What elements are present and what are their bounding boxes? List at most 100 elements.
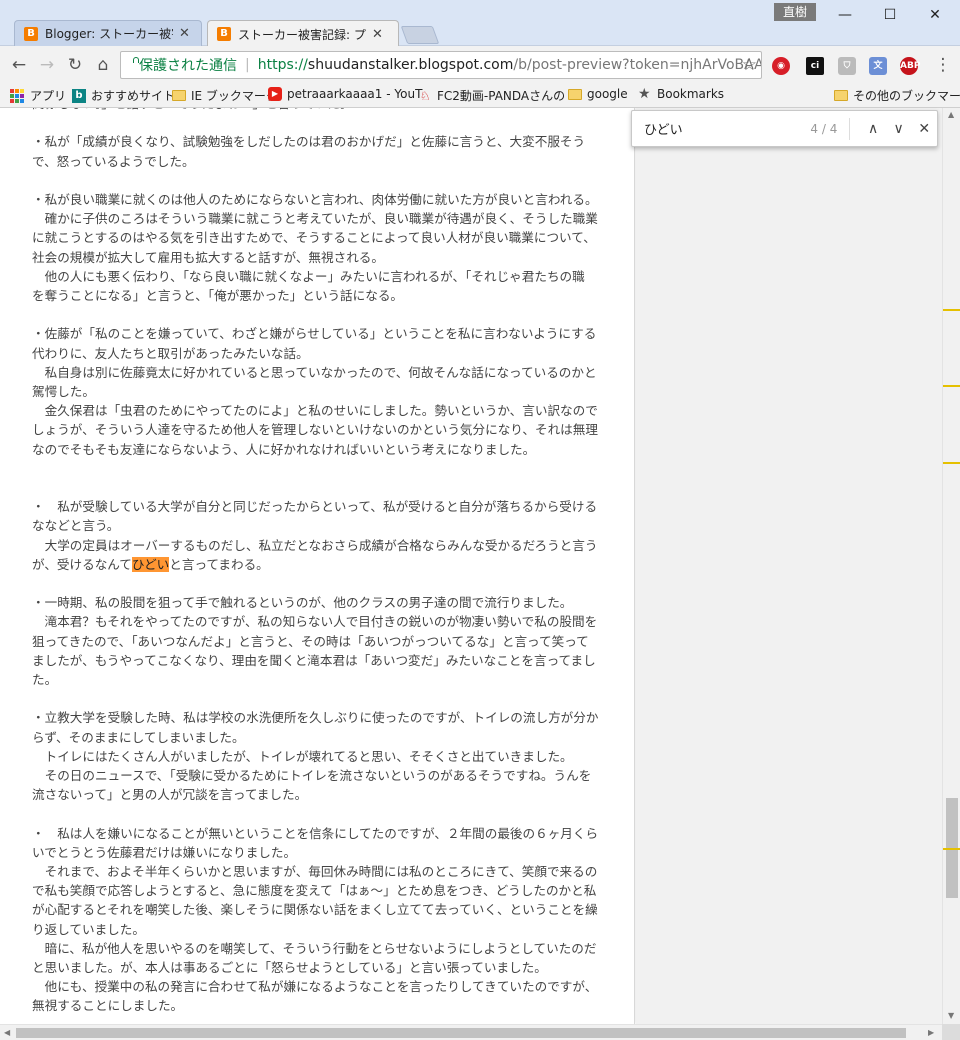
bookmark-bookmarks[interactable]: ★ Bookmarks [638,87,724,101]
bookmark-fc2[interactable]: ♘ FC2動画-PANDAさんの [418,87,566,104]
text-line: ・一時期、私の股間を狙って手で触れるというのが、他のクラスの男子達の間で流行りま… [32,595,573,611]
horizontal-scroll-thumb[interactable] [16,1028,906,1038]
find-divider [849,117,851,140]
preview-side-area [636,108,942,1024]
back-button[interactable]: ← [8,54,30,76]
text-line: で私も笑顔で応答しようとすると、急に態度を変えて「はぁ～」とため息をつき、どうし… [32,883,597,899]
text-line: 滝本君？もそれをやってたのですが、私の知らない人で目付きの鋭いのが物凄い勢いで私… [32,614,598,630]
folder-icon [172,90,186,101]
text-line: 代わりに、友人たちと取引があったみたいな話。 [32,345,309,361]
tab-blogger[interactable]: B Blogger: ストーカー被害記録 ✕ [14,20,202,46]
horizontal-scrollbar[interactable]: ◀ ▶ [0,1024,942,1040]
paragraph: ・佐藤が「私のことを嫌っていて、わざと嫌がらせしている」ということを私に言わない… [32,324,622,458]
translate-icon[interactable]: 文 [869,57,887,75]
menu-icon[interactable]: ⋮ [932,54,954,76]
find-match-highlight: ひどい [131,556,170,572]
bookmark-label: アプリ [30,89,67,103]
minimize-button[interactable]: — [822,2,868,28]
bookmark-label: Bookmarks [657,87,725,101]
tab-title: ストーカー被害記録: プレビュー [238,27,366,42]
bookmark-label: FC2動画-PANDAさんの [437,89,566,103]
address-bar[interactable]: 保護された通信 | https:// shuudanstalker.blogsp… [120,51,762,79]
text-line: 流さないって」と男の人が冗談を言ってました。 [32,787,308,803]
text-line: 駕愕した。 [32,384,95,399]
adblock-plus-icon[interactable]: ABP [900,57,920,75]
bookmark-youtube[interactable]: ▶ petraaarkaaaa1 - YouT [268,87,422,101]
paragraph: ・立教大学を受験した時、私は学校の水洗便所を久しぶりに使ったのですが、トイレの流… [32,708,622,804]
text-line: ・私が良い職業に就くのは他人のためにならないと言われ、肉体労働に就いた方が良いと… [32,191,598,207]
text-line: ・佐藤が「私のことを嫌っていて、わざと嫌がらせしている」ということを私に言わない… [32,326,597,342]
scroll-left-arrow-icon[interactable]: ◀ [4,1028,10,1037]
browser-toolbar: ← → ↻ ⌂ 保護された通信 | https:// shuudanstalke… [0,46,960,84]
text-line: 狙ってきたので、「あいつなんだよ」と言うと、その時は「あいつがっついてるな」と言… [32,633,589,649]
scroll-down-arrow-icon[interactable]: ▼ [948,1011,954,1020]
close-window-button[interactable]: ✕ [912,2,958,28]
find-result-marker [943,309,960,311]
bookmark-google-folder[interactable]: google [568,87,628,101]
text-line: が心配するとそれを嘲笑した後、楽しそうに関係ない話をまくし立てて去っていく、とい… [32,902,598,918]
find-previous-button[interactable]: ∧ [860,121,886,137]
bookmark-other-folder[interactable]: その他のブックマーク [834,87,960,104]
reload-button[interactable]: ↻ [64,54,86,76]
text-line: それまで、およそ半年くらいかと思いますが、毎回休み時間には私のところにきて、笑顔… [32,864,598,880]
text-segment: と言ってまわる。 [169,556,269,572]
text-line: なのでそもそも友達にならないよう、人に好かれなければいいという考えになりました。 [32,441,536,457]
find-in-page-bar: 4 / 4 ∧ ∨ ✕ [631,110,938,147]
text-line: 他の人にも悪く伝わり、「なら良い職に就くなよー」みたいに言われるが、「それじゃ君… [32,268,585,284]
apps-grid-icon [10,88,24,103]
fc2-icon: ♘ [419,88,431,103]
star-icon: ★ [638,86,651,102]
find-close-button[interactable]: ✕ [911,121,937,137]
bookmark-label: IE ブックマーク [191,89,278,103]
tab-close-icon[interactable]: ✕ [372,27,383,42]
text-line: 金久保君は「虫君のためにやってたのによ」と私のせいにしました。勢いというか、言い… [32,403,598,419]
scroll-right-arrow-icon[interactable]: ▶ [928,1028,934,1037]
tab-close-icon[interactable]: ✕ [179,26,190,41]
home-button[interactable]: ⌂ [92,54,114,76]
blogger-favicon-icon: B [217,27,231,41]
new-tab-button[interactable] [400,26,440,44]
text-line: 大学の定員はオーバーするものだし、私立だとなおさら成績が合格ならみんな受かるだろ… [32,537,598,553]
bookmark-label: petraaarkaaaa1 - YouT [287,87,423,101]
trend-micro-icon[interactable]: ◉ [772,57,790,75]
find-result-marker [943,462,960,464]
bing-icon: b [72,88,86,103]
tab-preview[interactable]: B ストーカー被害記録: プレビュー ✕ [207,20,399,47]
text-segment: が、受けるなんて [32,556,132,572]
ci-extension-icon[interactable]: ci [806,57,824,75]
paragraph: ・一時期、私の股間を狙って手で触れるというのが、他のクラスの男子達の間で流行りま… [32,593,622,689]
scrollbar-corner [942,1024,960,1040]
shield-icon[interactable]: ⛉ [838,57,856,75]
text-line: に就こうとするのはやる気を引き出すためで、そうすることによって良い人材が良い職業… [32,230,596,246]
vertical-scrollbar[interactable]: ▲ ▼ [942,108,960,1024]
text-line: た。 [32,672,58,688]
paragraph: ・ 私は人を嫌いになることが無いということを信条にしてたのですが、２年間の最後の… [32,824,622,1016]
text-line: 暗に、私が他人を思いやるのを嘲笑して、そういう行動をとらせないようにしようとして… [32,940,597,956]
bookmark-ie-folder[interactable]: IE ブックマーク [172,87,278,104]
url-host: shuudanstalker.blogspot.com [307,57,514,73]
paragraph: 関係もない。」と話すと「そうだよね…」と言っていた。 [32,108,622,113]
bookmark-bar: アプリ b おすすめサイト IE ブックマーク ▶ petraaarkaaaa1… [0,84,960,108]
profile-badge[interactable]: 直樹 [774,3,816,21]
text-line: ・私が「成績が良くなり、試験勉強をしだしたのは君のおかげだ」と佐藤に言うと、大変… [32,134,586,150]
bookmark-recommended[interactable]: b おすすめサイト [72,87,175,104]
text-line: いでとうとう佐藤君だけは嫌いになりました。 [32,844,297,860]
bookmark-apps[interactable]: アプリ [10,87,66,104]
secure-label: 保護された通信 [139,58,237,74]
maximize-button[interactable]: ☐ [867,2,913,28]
find-next-button[interactable]: ∨ [886,121,912,137]
text-line: 他にも、授業中の私の発言に合わせて私が嫌になるようなことを言ったりしてきていたの… [32,979,598,995]
find-match-count: 4 / 4 [810,121,838,136]
find-input[interactable] [644,121,794,136]
text-line: ・ 私は人を嫌いになることが無いということを信条にしてたのですが、２年間の最後の… [32,825,599,841]
tab-title: Blogger: ストーカー被害記録 [45,27,173,41]
bookmark-label: おすすめサイト [91,89,176,103]
paragraph: ・私が「成績が良くなり、試験勉強をしだしたのは君のおかげだ」と佐藤に言うと、大変… [32,132,622,170]
bookmark-star-icon[interactable]: ☆ [742,55,757,75]
text-line: らず、そのままにしてしまいました。 [32,729,245,745]
scroll-up-arrow-icon[interactable]: ▲ [948,110,954,119]
text-line: 関係もない。」と話すと「そうだよね…」と言っていた。 [32,108,622,113]
forward-button[interactable]: → [36,54,58,76]
text-line: が、受けるなんてひどいと言ってまわる。 [32,555,622,574]
blogger-favicon-icon: B [24,27,38,41]
